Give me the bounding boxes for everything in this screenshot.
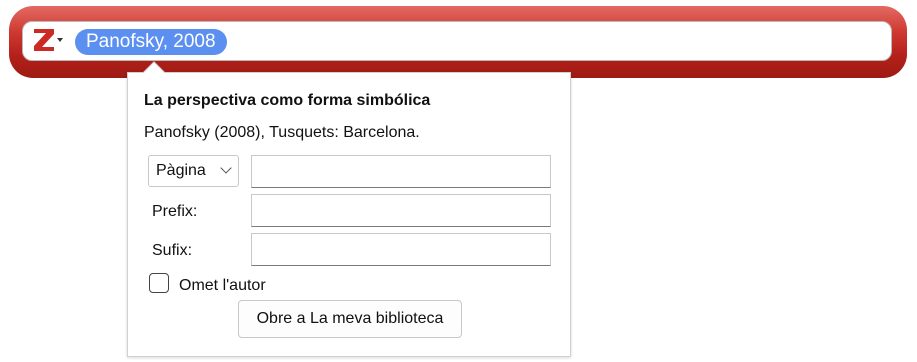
citation-pill[interactable]: Panofsky, 2008 xyxy=(75,29,227,55)
suffix-label: Sufix: xyxy=(152,242,193,259)
popup-arrow xyxy=(141,59,167,73)
zotero-logo-icon[interactable] xyxy=(33,27,55,53)
open-library-button[interactable]: Obre a La meva biblioteca xyxy=(238,300,462,338)
omit-author-label[interactable]: Omet l'autor xyxy=(179,277,266,295)
locator-select[interactable]: Pàgina xyxy=(148,155,239,187)
omit-author-checkbox[interactable] xyxy=(149,273,169,293)
prefix-input[interactable] xyxy=(251,194,551,227)
chevron-down-icon xyxy=(220,162,232,174)
locator-input[interactable] xyxy=(251,155,551,188)
chevron-down-icon[interactable] xyxy=(57,38,63,42)
prefix-label: Prefix: xyxy=(152,203,198,220)
item-citation: Panofsky (2008), Tusquets: Barcelona. xyxy=(144,124,420,141)
suffix-input[interactable] xyxy=(251,233,551,266)
item-title: La perspectiva como forma simbólica xyxy=(144,92,431,109)
locator-select-value: Pàgina xyxy=(156,162,206,179)
